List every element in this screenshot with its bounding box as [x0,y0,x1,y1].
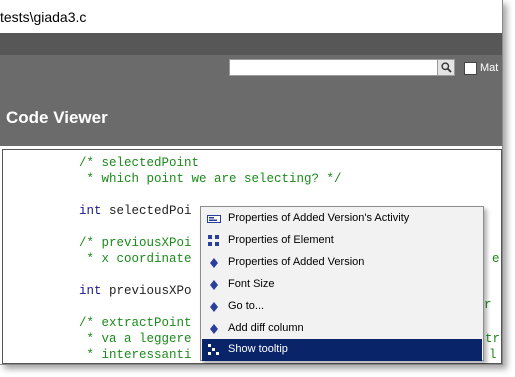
code-text: previousXPo [101,284,192,298]
code-line: int selectedPoi [79,204,192,218]
code-tail: l [489,348,497,362]
activity-properties-icon [207,215,221,223]
font-size-icon [210,280,218,290]
code-keyword: int [79,204,102,218]
code-line: * interessanti [79,348,192,362]
code-line: /* previousXPoi [79,236,192,250]
match-case-label: Mat [480,62,499,74]
panel-title: Code Viewer [6,108,108,127]
context-menu: Properties of Added Version's Activity P… [200,206,484,361]
code-line: * va a leggere [79,332,192,346]
code-tail: e [492,252,500,266]
menu-item-version-properties[interactable]: Properties of Added Version [202,252,482,274]
menu-item-activity-properties[interactable]: Properties of Added Version's Activity [202,208,482,230]
diff-column-icon [210,324,218,334]
code-viewer-window: tests\giada3.c Mat Code Viewer /* select… [0,0,503,365]
menu-item-show-tooltip[interactable]: Show tooltip [202,339,482,361]
element-properties-icon [208,235,219,246]
code-tail: r [484,298,492,312]
header-area [0,33,502,146]
header-strip [0,33,502,55]
search-button[interactable] [437,59,455,76]
code-line: int previousXPo [79,284,192,298]
search-icon [441,62,452,73]
tooltip-icon [208,344,219,355]
code-text: selectedPoi [101,204,192,218]
title-bar: tests\giada3.c [0,0,502,33]
code-tail: tr [485,332,501,346]
code-line: /* selectedPoint [79,156,200,170]
code-keyword: int [79,284,102,298]
menu-item-element-properties[interactable]: Properties of Element [202,230,482,252]
window-title: tests\giada3.c [0,9,87,25]
menu-item-add-diff-column[interactable]: Add diff column [202,318,482,340]
code-line: /* extractPoint [79,316,192,330]
match-case-checkbox[interactable] [464,62,477,75]
goto-icon [210,302,218,312]
menu-item-goto[interactable]: Go to... [202,296,482,318]
code-line: * which point we are selecting? */ [79,172,342,186]
menu-item-font-size[interactable]: Font Size [202,274,482,296]
code-line: * x coordinate [79,252,192,266]
search-input[interactable] [229,59,455,76]
version-properties-icon [210,258,218,268]
